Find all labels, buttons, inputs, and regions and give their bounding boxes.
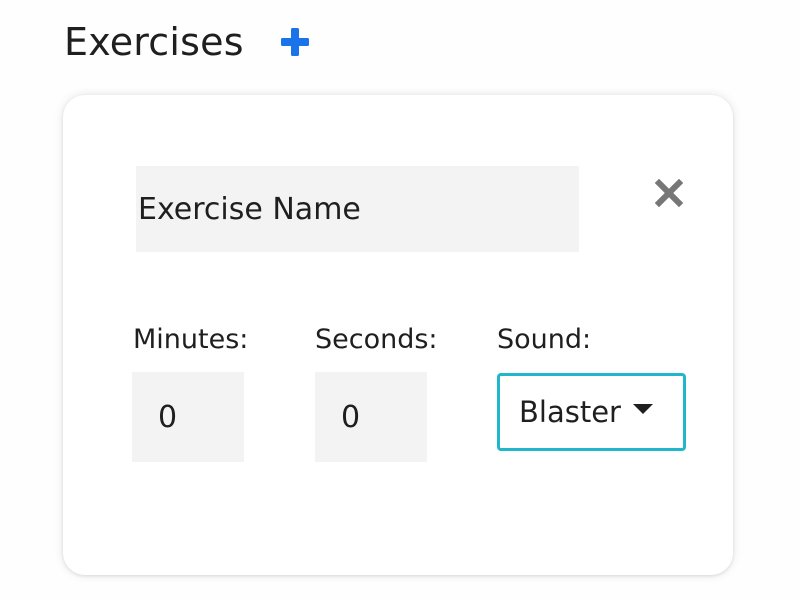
close-icon <box>655 179 683 207</box>
minutes-input[interactable] <box>132 372 244 462</box>
add-exercise-button[interactable] <box>278 25 312 59</box>
sound-select[interactable]: Blaster <box>497 373 686 451</box>
minutes-label: Minutes: <box>133 324 249 355</box>
seconds-input[interactable] <box>315 372 427 462</box>
sound-label: Sound: <box>497 324 592 355</box>
exercise-card: Minutes: Seconds: Sound: Blaster <box>63 95 733 575</box>
exercises-header: Exercises <box>64 14 312 70</box>
caret-down-icon <box>632 404 653 414</box>
seconds-label: Seconds: <box>315 324 438 355</box>
sound-selected-value: Blaster <box>519 395 621 429</box>
plus-icon <box>280 28 309 56</box>
remove-exercise-button[interactable] <box>653 177 685 209</box>
page-title: Exercises <box>64 20 244 64</box>
exercise-name-input[interactable] <box>136 166 579 252</box>
